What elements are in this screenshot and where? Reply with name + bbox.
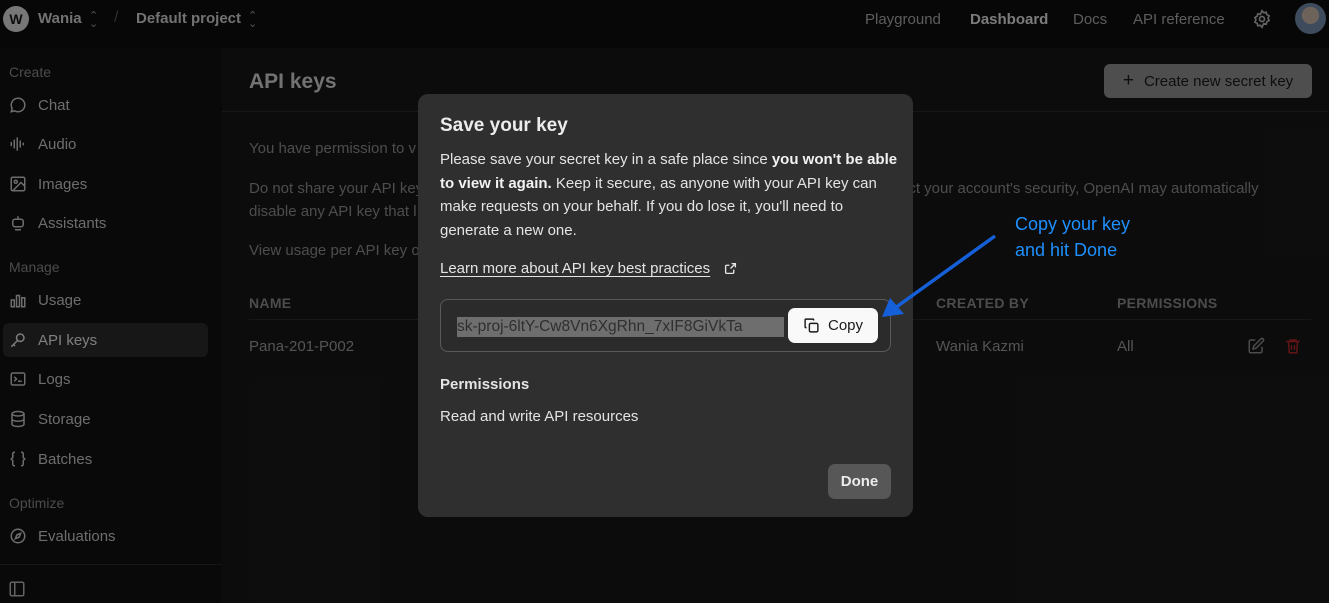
copy-button[interactable]: Copy <box>788 308 878 343</box>
dialog-title: Save your key <box>440 115 568 136</box>
copy-icon <box>804 318 819 333</box>
done-button[interactable]: Done <box>828 464 891 499</box>
annotation-arrow <box>882 234 997 317</box>
secret-key-field[interactable]: sk-proj-6ltY-Cw8Vn6XgRhn_7xIF8GiVkTa Cop… <box>440 299 891 352</box>
copy-label: Copy <box>827 317 864 334</box>
permissions-title: Permissions <box>440 376 530 393</box>
dialog-body: Please save your secret key in a safe pl… <box>440 148 898 242</box>
learn-more-link[interactable]: Learn more about API key best practices <box>440 260 710 277</box>
annotation-line1: Copy your key <box>1015 214 1131 234</box>
body-prefix: Please save your secret key in a safe pl… <box>440 151 772 168</box>
permissions-value: Read and write API resources <box>440 408 639 425</box>
external-link-icon[interactable] <box>724 262 737 275</box>
annotation-line2: and hit Done <box>1015 240 1118 260</box>
save-key-dialog: Save your key Please save your secret ke… <box>418 94 913 517</box>
annotation-text: Copy your key and hit Done <box>1015 211 1130 263</box>
secret-key-value[interactable]: sk-proj-6ltY-Cw8Vn6XgRhn_7xIF8GiVkTa <box>457 317 784 337</box>
